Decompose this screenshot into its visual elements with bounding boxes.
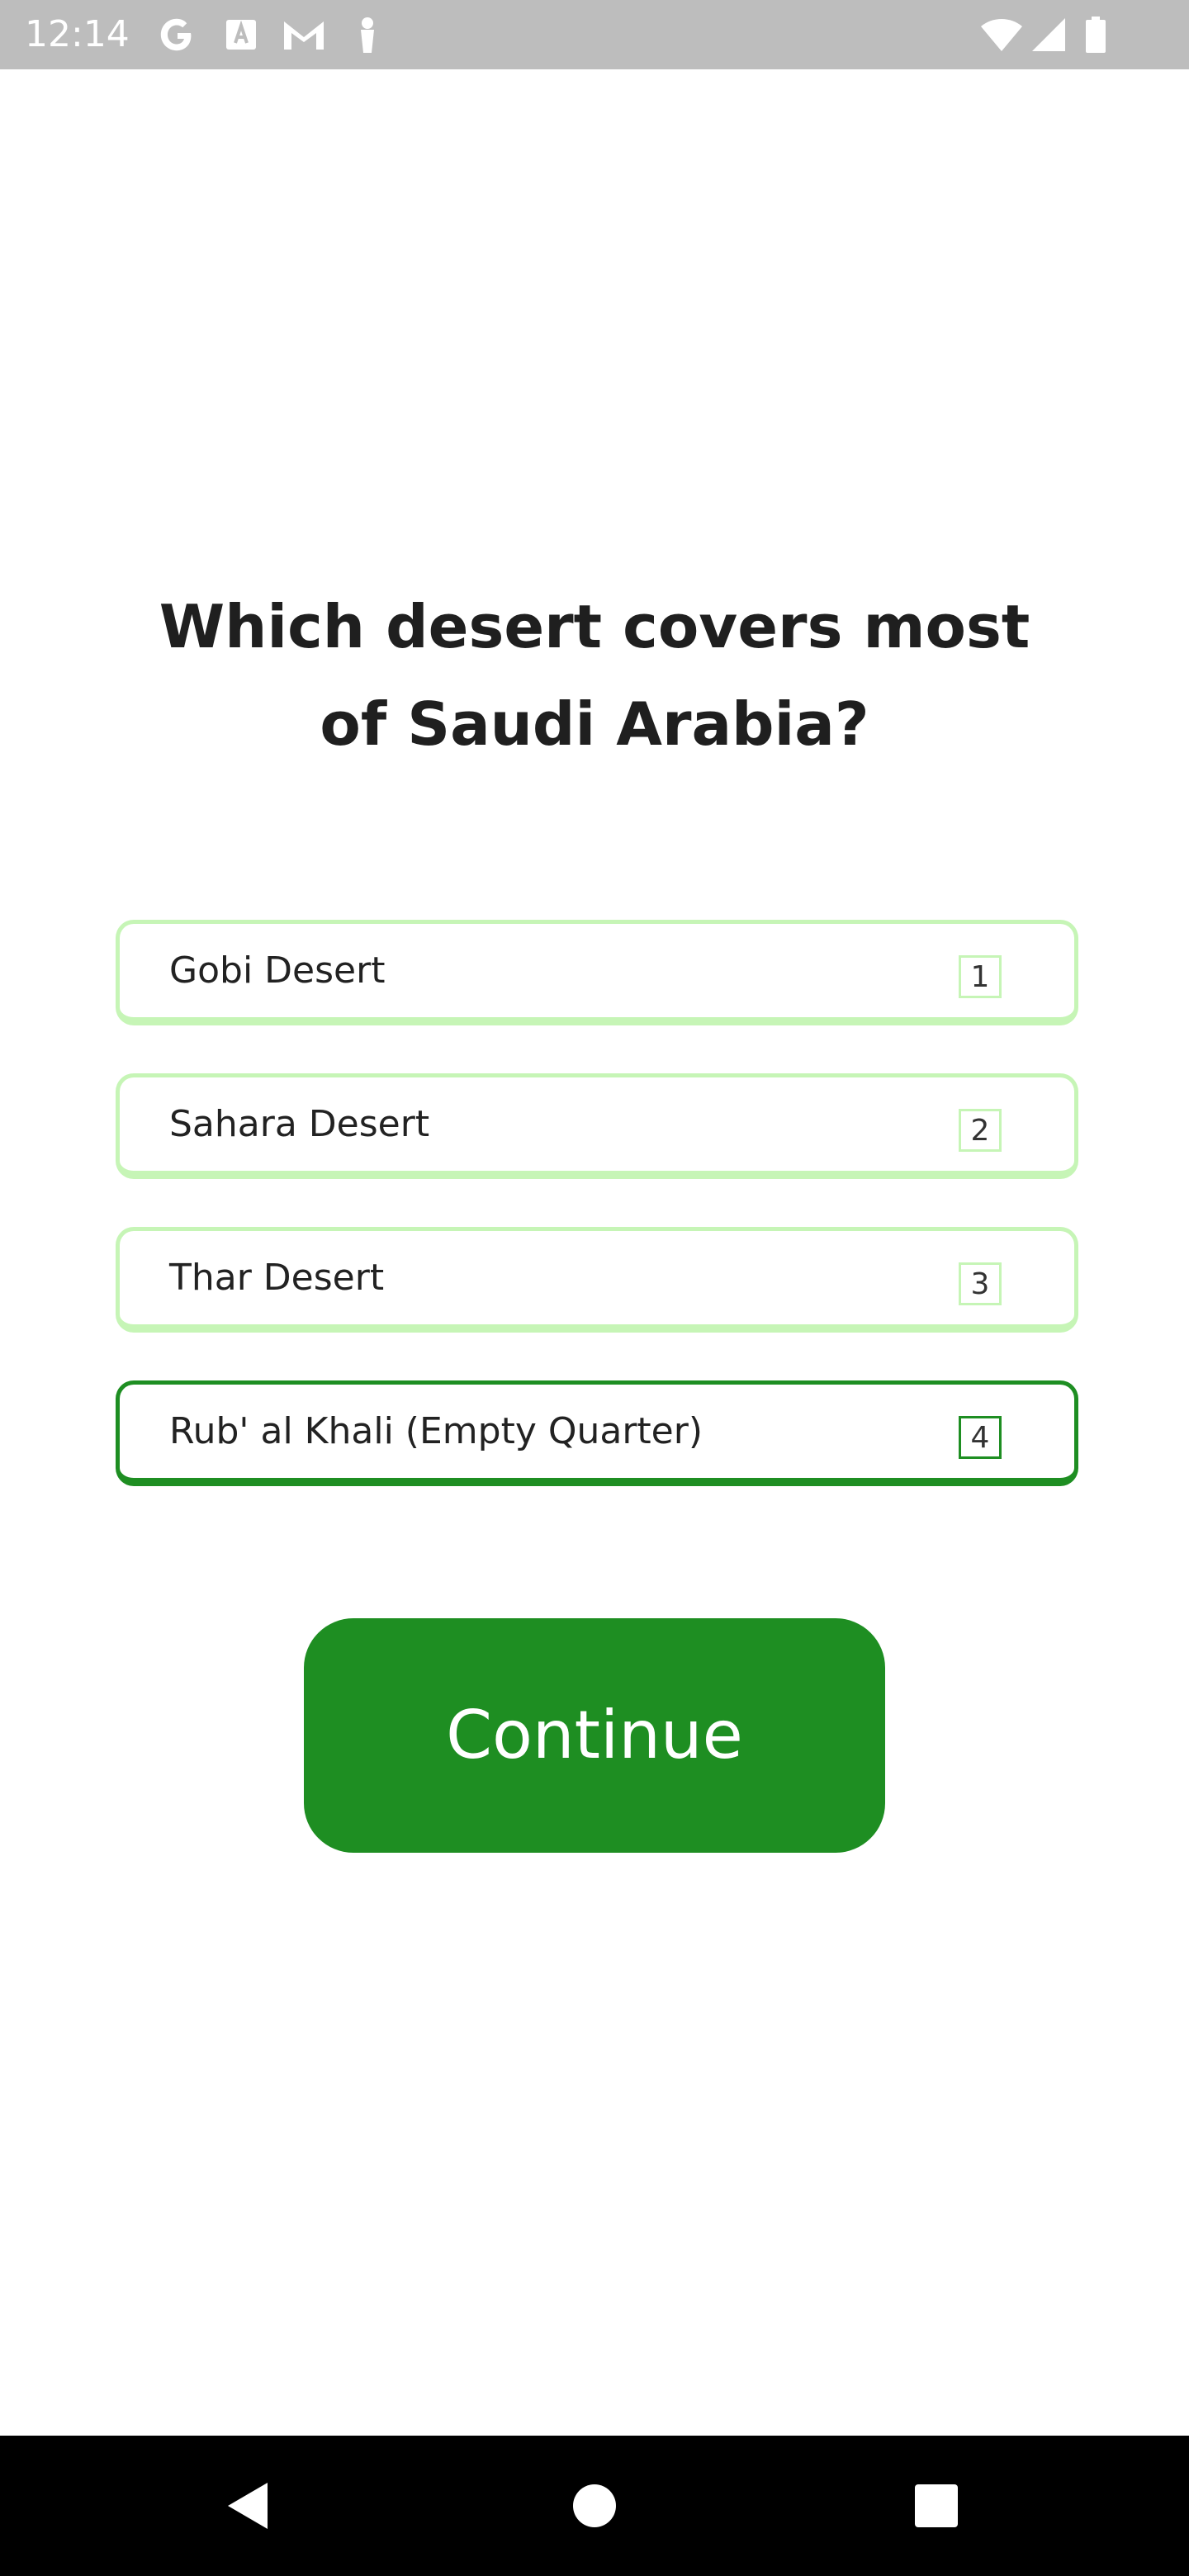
gmail-icon xyxy=(284,21,324,50)
battery-icon xyxy=(1086,17,1106,53)
home-icon[interactable] xyxy=(561,2473,628,2539)
option-key-badge: 2 xyxy=(959,1109,1002,1152)
status-time: 12:14 xyxy=(25,13,130,55)
continue-button[interactable]: Continue xyxy=(304,1618,885,1853)
answer-option-2[interactable]: Sahara Desert 2 xyxy=(116,1073,1078,1179)
text-a-icon xyxy=(226,20,256,50)
signal-icon xyxy=(1032,18,1065,51)
option-key-badge: 1 xyxy=(959,955,1002,998)
status-bar: 12:14 xyxy=(0,0,1189,69)
question-title: Which desert covers most of Saudi Arabia… xyxy=(159,592,1030,759)
back-icon[interactable] xyxy=(216,2473,282,2539)
google-icon xyxy=(160,18,192,51)
navigation-bar xyxy=(0,2436,1189,2576)
answer-option-1[interactable]: Gobi Desert 1 xyxy=(116,920,1078,1025)
recents-icon[interactable] xyxy=(903,2473,969,2539)
option-key-badge: 4 xyxy=(959,1416,1002,1459)
option-key-badge: 3 xyxy=(959,1262,1002,1305)
answer-option-3[interactable]: Thar Desert 3 xyxy=(116,1227,1078,1333)
wifi-icon xyxy=(981,19,1022,51)
option-label: Sahara Desert xyxy=(169,1103,430,1145)
option-label: Thar Desert xyxy=(169,1257,385,1299)
answer-option-4[interactable]: Rub' al Khali (Empty Quarter) 4 xyxy=(116,1380,1078,1486)
option-label: Rub' al Khali (Empty Quarter) xyxy=(169,1410,703,1452)
option-label: Gobi Desert xyxy=(169,949,386,992)
cloud-usb-icon xyxy=(361,17,374,53)
